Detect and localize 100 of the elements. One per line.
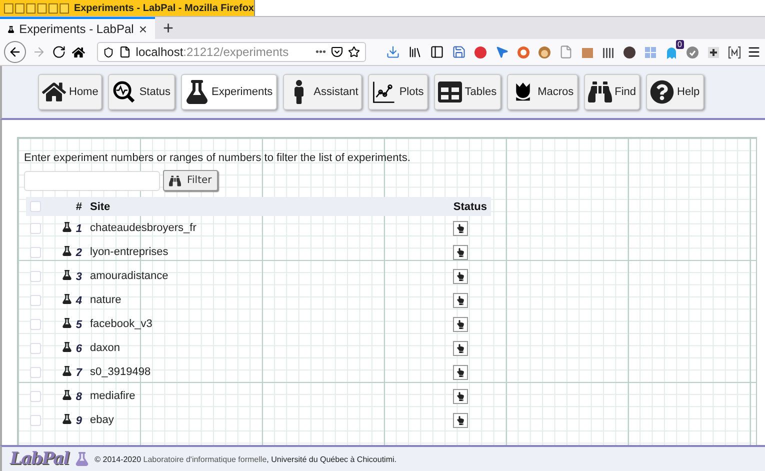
ghost-icon[interactable] (664, 46, 678, 58)
flask-icon (62, 246, 72, 256)
nav-button[interactable]: Status (108, 74, 175, 110)
flask-icon (62, 342, 72, 352)
flask-icon (62, 222, 72, 232)
shield-icon (102, 46, 114, 58)
flask-icon (8, 24, 14, 34)
row-checkbox[interactable] (30, 222, 41, 234)
new-tab-button[interactable]: + (155, 17, 182, 39)
save-icon[interactable] (452, 45, 466, 59)
row-checkbox[interactable] (30, 366, 41, 378)
site-name: nature (90, 294, 122, 306)
hand-pointer-icon (456, 296, 466, 304)
nav-button[interactable]: Assistant (282, 74, 362, 110)
site-name: chateaudesbroyers_fr (90, 222, 196, 234)
binoculars-icon (169, 174, 181, 186)
site-name: facebook_v3 (90, 318, 152, 330)
column-header: Site (90, 200, 110, 212)
experiment-number-link[interactable]: 4 (76, 294, 82, 306)
intro-text: Enter experiment numbers or ranges of numbers to filter the list of experiments. (24, 152, 412, 164)
help-icon (650, 80, 674, 104)
row-checkbox[interactable] (30, 318, 41, 330)
window-title: Experiments - LabPal - Mozilla Firefox (74, 2, 254, 14)
row-checkbox[interactable] (30, 270, 41, 282)
bookmark-star-icon[interactable] (348, 46, 360, 58)
nav-button[interactable]: Macros (506, 74, 578, 110)
column-header: # (76, 200, 82, 212)
filter-input[interactable] (24, 170, 160, 190)
status-button[interactable] (453, 412, 468, 428)
status-button[interactable] (453, 244, 468, 260)
copyright-text: © 2014-2020 Laboratoire d'informatique formelle, Université du Québec à Chicoutimi. (94, 454, 396, 464)
nav-button[interactable]: Find (584, 74, 640, 110)
site-name: amouradistance (90, 270, 168, 282)
address-bar[interactable]: localhost:21212/experiments ••• (96, 42, 366, 62)
nav-button[interactable]: Home (38, 74, 102, 110)
hand-pointer-icon (456, 248, 466, 256)
status-button[interactable] (453, 268, 468, 284)
status-button[interactable] (453, 364, 468, 380)
select-all-checkbox[interactable] (30, 201, 41, 212)
bracket-icon[interactable] (728, 46, 741, 58)
status-button[interactable] (453, 340, 468, 356)
experiment-number-link[interactable]: 3 (76, 270, 82, 282)
lab-link[interactable]: Laboratoire d'informatique formelle (143, 454, 267, 464)
pocket-icon[interactable] (330, 46, 343, 58)
home-button[interactable] (72, 46, 85, 58)
flask-icon (62, 318, 72, 328)
bars-icon[interactable] (602, 46, 615, 58)
nav-button[interactable]: Experiments (180, 74, 277, 110)
document-icon[interactable] (558, 45, 573, 59)
hand-pointer-icon (456, 368, 466, 376)
menu-icon[interactable] (747, 45, 761, 59)
window-controls-icon[interactable] (4, 2, 69, 14)
site-name: s0_3919498 (90, 366, 151, 378)
plus-box-icon[interactable] (706, 46, 720, 58)
close-tab-button[interactable]: × (138, 21, 147, 37)
hand-pointer-icon (456, 272, 466, 280)
filter-button[interactable]: Filter (163, 170, 218, 191)
status-button[interactable] (453, 220, 468, 236)
sidebar-icon[interactable] (430, 45, 444, 59)
experiment-number-link[interactable]: 5 (76, 318, 82, 330)
status-button[interactable] (453, 388, 468, 404)
row-checkbox[interactable] (30, 414, 41, 426)
flask-icon (74, 452, 89, 466)
flask-icon (62, 414, 72, 424)
search-icon (112, 80, 136, 104)
experiment-number-link[interactable]: 7 (76, 366, 82, 378)
library-icon[interactable] (408, 45, 422, 59)
experiment-number-link[interactable]: 9 (76, 414, 82, 426)
nav-button[interactable]: Help (646, 74, 704, 110)
nav-button[interactable]: Tables (434, 74, 501, 110)
row-checkbox[interactable] (30, 342, 41, 354)
hand-pointer-icon (456, 392, 466, 400)
site-name: ebay (90, 414, 114, 426)
pointer-icon[interactable] (494, 45, 509, 59)
table-icon (438, 80, 462, 104)
download-icon[interactable] (386, 45, 400, 59)
check-circle-icon[interactable] (686, 46, 699, 58)
status-button[interactable] (453, 292, 468, 308)
home-icon (42, 80, 66, 104)
column-header: Status (453, 200, 487, 212)
page-actions-button[interactable]: ••• (315, 46, 326, 58)
nav-button[interactable]: Plots (368, 74, 428, 110)
hand-pointer-icon (456, 224, 466, 232)
reload-button[interactable] (52, 45, 66, 59)
tab-title: Experiments - LabPal (19, 22, 134, 36)
experiment-number-link[interactable]: 6 (76, 342, 82, 354)
flask-icon (62, 270, 72, 280)
experiment-number-link[interactable]: 8 (76, 390, 82, 402)
experiment-number-link[interactable]: 2 (76, 246, 82, 258)
site-name: daxon (90, 342, 120, 354)
hand-pointer-icon (456, 344, 466, 352)
status-button[interactable] (453, 316, 468, 332)
row-checkbox[interactable] (30, 294, 41, 306)
line-chart-icon (372, 80, 396, 104)
browser-tab[interactable]: Experiments - LabPal × (0, 17, 155, 39)
row-checkbox[interactable] (30, 246, 41, 258)
experiment-number-link[interactable]: 1 (76, 222, 82, 234)
row-checkbox[interactable] (30, 390, 41, 402)
url-text: localhost:21212/experiments (136, 45, 290, 59)
back-button[interactable] (4, 41, 26, 63)
